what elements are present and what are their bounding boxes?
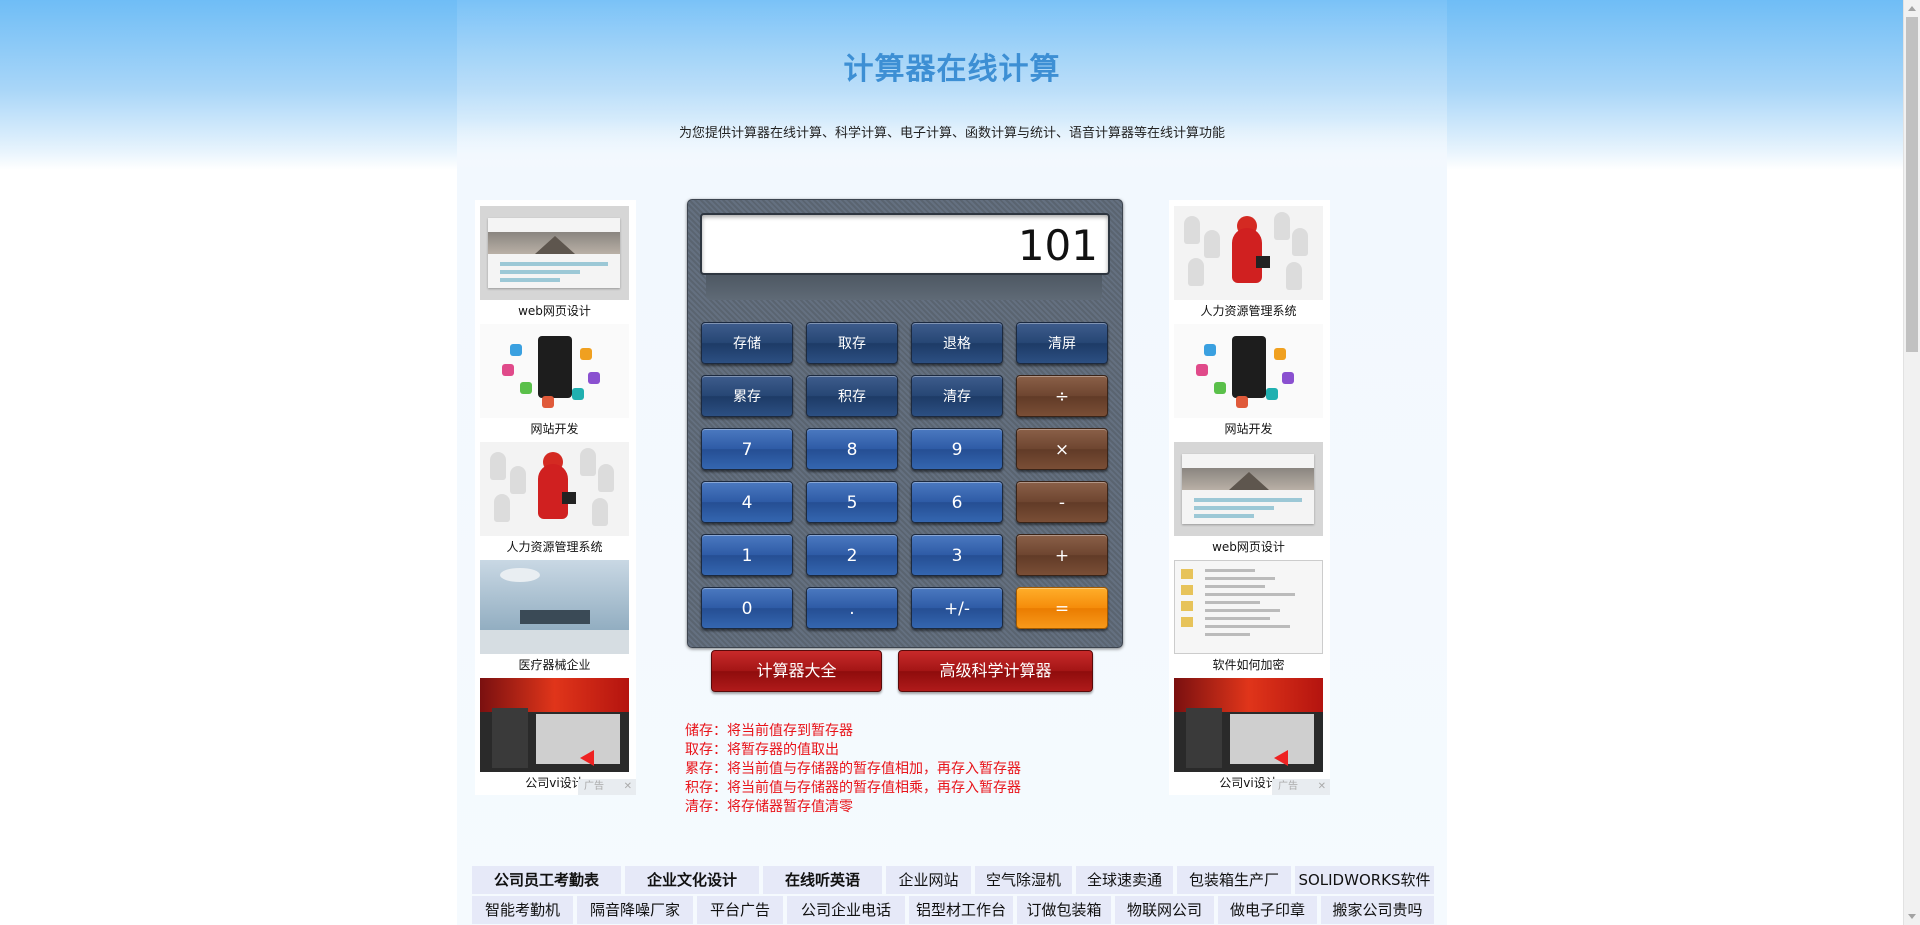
ad-item-hr-system[interactable]: 人力资源管理系统 xyxy=(480,442,629,560)
accumulate-button[interactable]: 累存 xyxy=(701,375,793,417)
link-item[interactable]: 搬家公司贵吗 xyxy=(1321,896,1434,924)
scroll-down-arrow-icon[interactable] xyxy=(1908,914,1916,919)
calculator-display: 101 xyxy=(700,213,1110,275)
ad-caption[interactable]: web网页设计 xyxy=(480,302,629,319)
calculator: 101 存储 取存 退格 清屏 累存 积存 清存 ÷ 7 8 9 × 4 5 6… xyxy=(687,199,1123,648)
link-item[interactable]: 企业网站 xyxy=(886,866,971,894)
ad-thumbnail[interactable] xyxy=(480,442,629,536)
equals-button[interactable]: = xyxy=(1016,587,1108,629)
link-item[interactable]: 智能考勤机 xyxy=(472,896,573,924)
note-line: 清存：将存储器暂存值清零 xyxy=(685,799,853,815)
digit-5-button[interactable]: 5 xyxy=(806,481,898,523)
link-item[interactable]: 物联网公司 xyxy=(1115,896,1214,924)
ad-caption[interactable]: 人力资源管理系统 xyxy=(480,538,629,555)
clear-screen-button[interactable]: 清屏 xyxy=(1016,322,1108,364)
ad-caption[interactable]: 医疗器械企业 xyxy=(480,656,629,673)
link-item[interactable]: 空气除湿机 xyxy=(975,866,1072,894)
page-subtitle: 为您提供计算器在线计算、科学计算、电子计算、函数计算与统计、语音计算器等在线计算… xyxy=(678,126,1225,141)
ad-item-web-design[interactable]: web网页设计 xyxy=(1174,442,1323,560)
ad-caption[interactable]: 软件如何加密 xyxy=(1174,656,1323,673)
digit-7-button[interactable]: 7 xyxy=(701,428,793,470)
ad-item-website-dev[interactable]: 网站开发 xyxy=(480,324,629,442)
ad-thumbnail[interactable] xyxy=(1174,560,1323,654)
backspace-button[interactable]: 退格 xyxy=(911,322,1003,364)
ad-caption[interactable]: 网站开发 xyxy=(1174,420,1323,437)
ad-thumbnail[interactable] xyxy=(1174,442,1323,536)
ad-label: 广告 xyxy=(584,781,604,792)
ad-badge[interactable]: 广告 ✕ xyxy=(1272,779,1330,795)
link-item[interactable]: 公司企业电话 xyxy=(787,896,905,924)
ad-item-medical[interactable]: 医疗器械企业 xyxy=(480,560,629,678)
recall-button[interactable]: 取存 xyxy=(806,322,898,364)
link-item[interactable]: 隔音降噪厂家 xyxy=(577,896,693,924)
ad-item-software-encryption[interactable]: 软件如何加密 xyxy=(1174,560,1323,678)
ad-badge[interactable]: 广告 ✕ xyxy=(578,779,636,795)
close-icon[interactable]: ✕ xyxy=(624,779,632,795)
ad-caption[interactable]: 网站开发 xyxy=(480,420,629,437)
digit-0-button[interactable]: 0 xyxy=(701,587,793,629)
ad-item-hr-system[interactable]: 人力资源管理系统 xyxy=(1174,206,1323,324)
ad-label: 广告 xyxy=(1278,781,1298,792)
ad-thumbnail[interactable] xyxy=(1174,678,1323,772)
vertical-scrollbar[interactable] xyxy=(1903,0,1920,925)
ad-thumbnail[interactable] xyxy=(480,206,629,300)
ad-thumbnail[interactable] xyxy=(1174,324,1323,418)
link-item[interactable]: 包装箱生产厂 xyxy=(1177,866,1291,894)
left-ad-column: web网页设计 网站开发 人力资源管理系统 医疗器械企业 公司vi设计 广告 ✕ xyxy=(475,200,636,795)
plus-button[interactable]: + xyxy=(1016,534,1108,576)
link-item[interactable]: 铝型材工作台 xyxy=(909,896,1013,924)
right-ad-column: 人力资源管理系统 网站开发 web网页设计 软件如何加密 公司vi设计 广告 ✕ xyxy=(1169,200,1330,795)
link-row-1: 公司员工考勤表 企业文化设计 在线听英语 企业网站 空气除湿机 全球速卖通 包装… xyxy=(472,866,1434,894)
display-memory-strip xyxy=(706,275,1102,300)
digit-9-button[interactable]: 9 xyxy=(911,428,1003,470)
note-line: 取存：将暂存器的值取出 xyxy=(685,742,839,758)
advanced-scientific-calculator-button[interactable]: 高级科学计算器 xyxy=(898,650,1093,692)
decimal-point-button[interactable]: . xyxy=(806,587,898,629)
note-line: 储存：将当前值存到暂存器 xyxy=(685,723,853,739)
link-item[interactable]: 公司员工考勤表 xyxy=(472,866,621,894)
link-row-2: 智能考勤机 隔音降噪厂家 平台广告 公司企业电话 铝型材工作台 订做包装箱 物联… xyxy=(472,896,1434,924)
display-value: 101 xyxy=(1017,221,1098,270)
digit-6-button[interactable]: 6 xyxy=(911,481,1003,523)
link-item[interactable]: 做电子印章 xyxy=(1218,896,1317,924)
note-line: 积存：将当前值与存储器的暂存值相乘，再存入暂存器 xyxy=(685,780,1021,796)
link-item[interactable]: 在线听英语 xyxy=(763,866,882,894)
minus-button[interactable]: - xyxy=(1016,481,1108,523)
memory-help-notes: 储存：将当前值存到暂存器 取存：将暂存器的值取出 累存：将当前值与存储器的暂存值… xyxy=(685,722,1021,817)
digit-2-button[interactable]: 2 xyxy=(806,534,898,576)
digit-1-button[interactable]: 1 xyxy=(701,534,793,576)
ad-thumbnail[interactable] xyxy=(480,324,629,418)
store-button[interactable]: 存储 xyxy=(701,322,793,364)
main-container: 计算器在线计算 为您提供计算器在线计算、科学计算、电子计算、函数计算与统计、语音… xyxy=(457,0,1447,925)
product-store-button[interactable]: 积存 xyxy=(806,375,898,417)
ad-item-website-dev[interactable]: 网站开发 xyxy=(1174,324,1323,442)
digit-3-button[interactable]: 3 xyxy=(911,534,1003,576)
link-item[interactable]: 企业文化设计 xyxy=(625,866,759,894)
ad-thumbnail[interactable] xyxy=(480,678,629,772)
link-item[interactable]: 全球速卖通 xyxy=(1076,866,1173,894)
clear-store-button[interactable]: 清存 xyxy=(911,375,1003,417)
link-item[interactable]: SOLIDWORKS软件 xyxy=(1295,866,1434,894)
scrollbar-thumb[interactable] xyxy=(1906,17,1918,352)
negate-button[interactable]: +/- xyxy=(911,587,1003,629)
ad-thumbnail[interactable] xyxy=(1174,206,1323,300)
ad-item-web-design[interactable]: web网页设计 xyxy=(480,206,629,324)
calculator-collection-button[interactable]: 计算器大全 xyxy=(711,650,882,692)
ad-caption[interactable]: 人力资源管理系统 xyxy=(1174,302,1323,319)
note-line: 累存：将当前值与存储器的暂存值相加，再存入暂存器 xyxy=(685,761,1021,777)
link-item[interactable]: 订做包装箱 xyxy=(1017,896,1111,924)
page-title: 计算器在线计算 xyxy=(843,52,1061,87)
link-item[interactable]: 平台广告 xyxy=(697,896,783,924)
digit-4-button[interactable]: 4 xyxy=(701,481,793,523)
multiply-button[interactable]: × xyxy=(1016,428,1108,470)
scroll-up-arrow-icon[interactable] xyxy=(1908,6,1916,11)
digit-8-button[interactable]: 8 xyxy=(806,428,898,470)
divide-button[interactable]: ÷ xyxy=(1016,375,1108,417)
ad-caption[interactable]: web网页设计 xyxy=(1174,538,1323,555)
close-icon[interactable]: ✕ xyxy=(1318,779,1326,795)
ad-thumbnail[interactable] xyxy=(480,560,629,654)
